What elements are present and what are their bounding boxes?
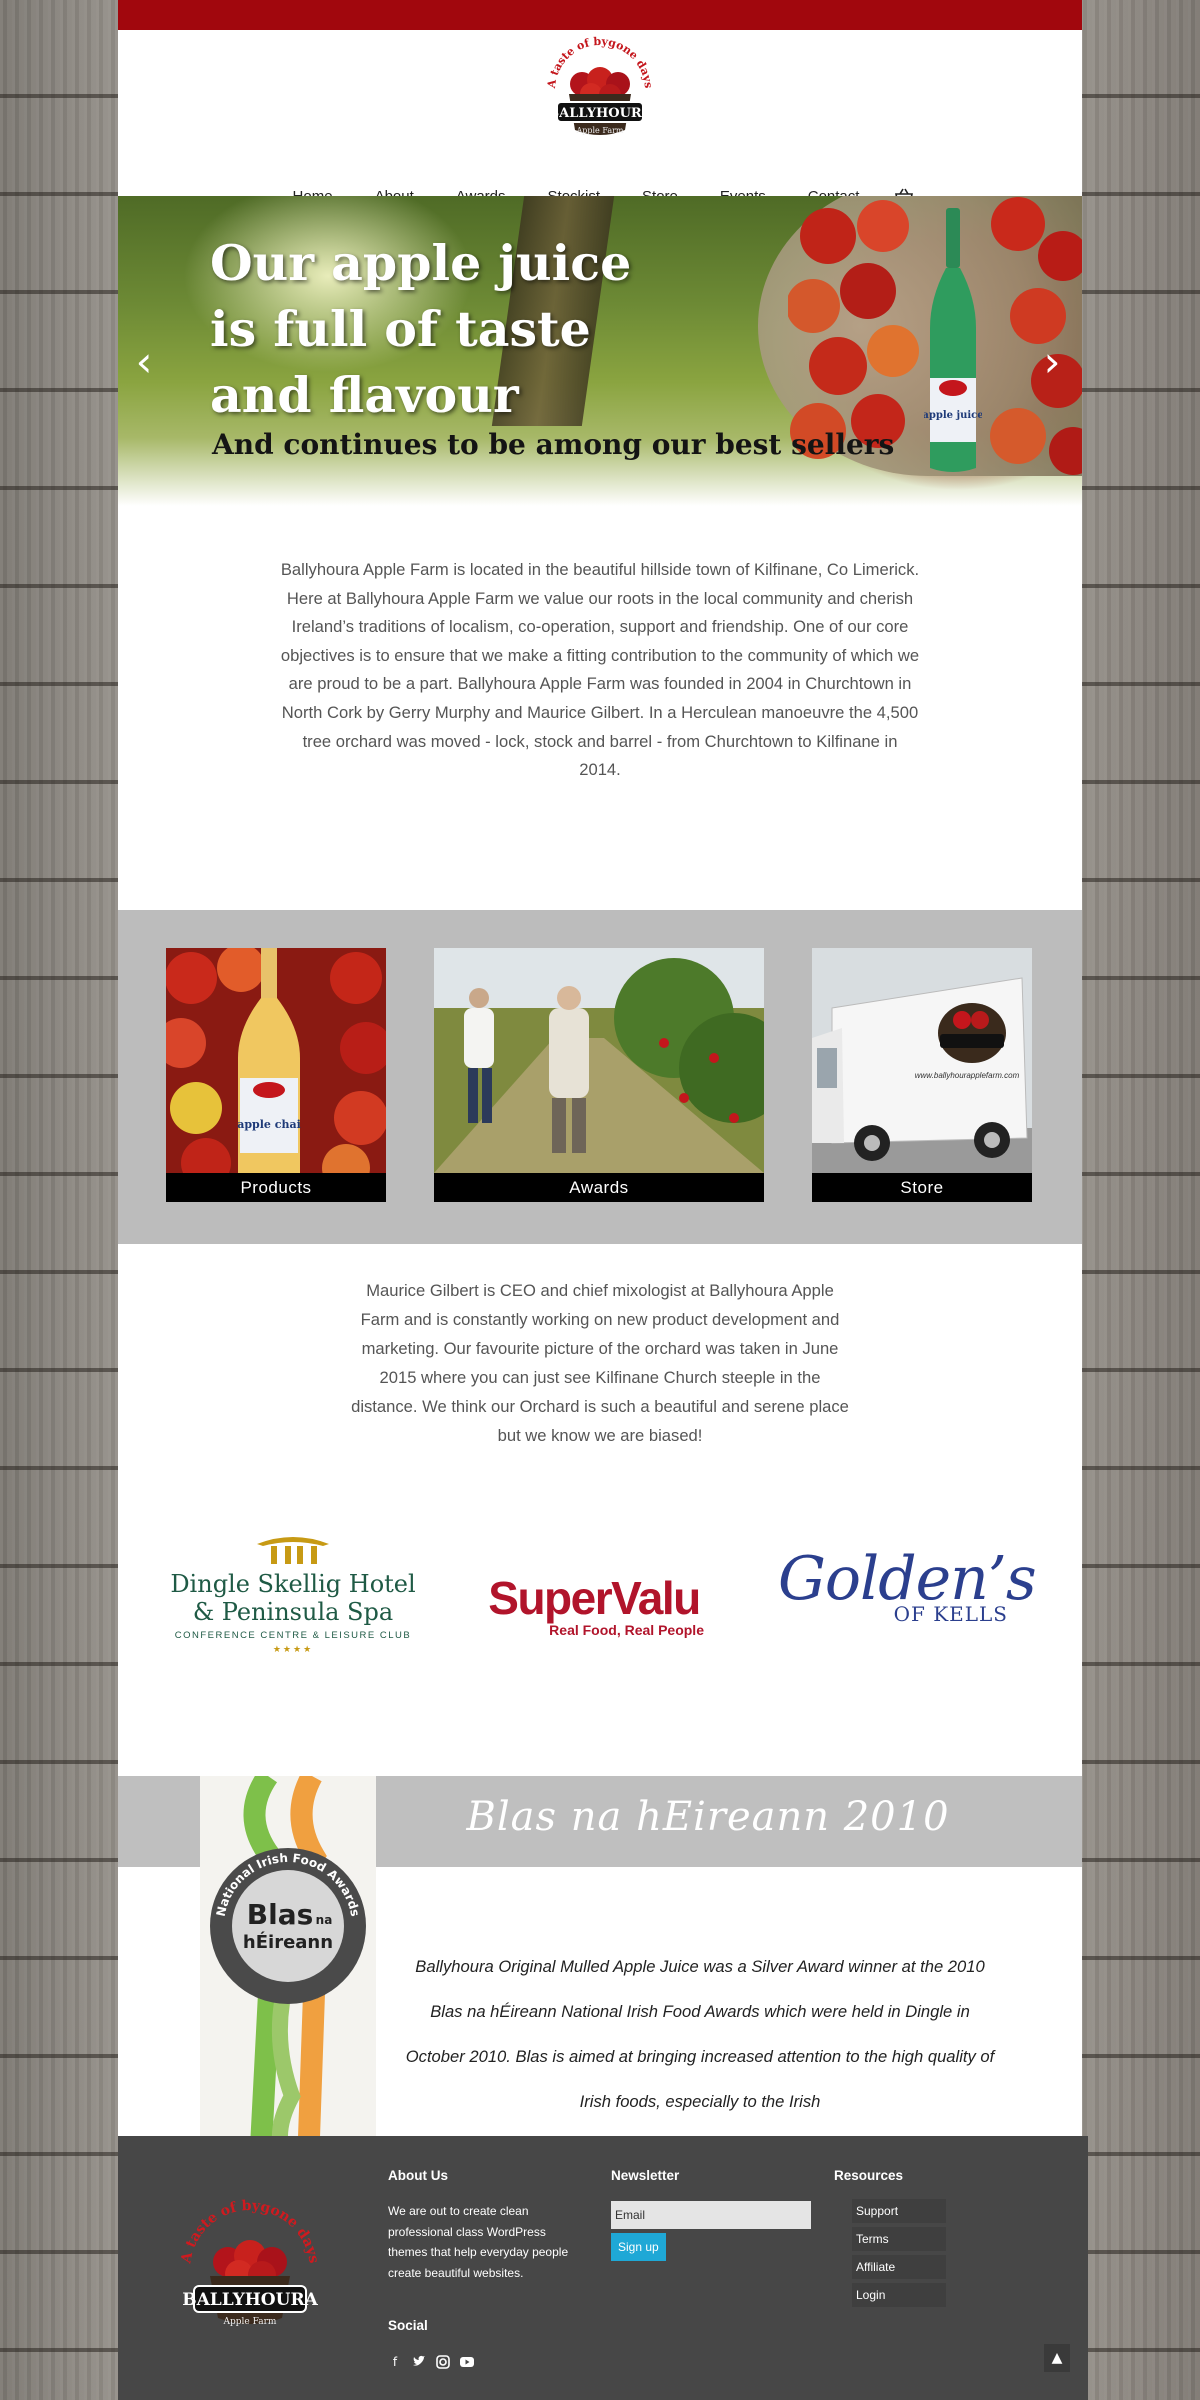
- footer-logo[interactable]: A taste of bygone days BALLYHOURA Apple …: [170, 2190, 330, 2330]
- resource-link-login[interactable]: Login: [852, 2283, 946, 2307]
- about-paragraph: Maurice Gilbert is CEO and chief mixolog…: [351, 1281, 849, 1445]
- hero-title-line-2: is full of taste: [210, 300, 591, 358]
- arrow-up-icon[interactable]: ▲: [1044, 2344, 1070, 2372]
- footer-about: About Us We are out to create clean prof…: [388, 2168, 588, 2283]
- hero-slider: apple juice Our apple juice is full of t…: [118, 196, 1082, 506]
- footer-about-heading: About Us: [388, 2168, 448, 2183]
- stockist-logos: Dingle Skellig Hotel & Peninsula Spa CON…: [118, 1504, 1082, 1776]
- tile-awards[interactable]: Awards: [434, 948, 764, 1202]
- svg-text:hÉireann: hÉireann: [243, 1931, 333, 1953]
- dingle-emblem-icon: [257, 1537, 329, 1564]
- svg-text:BALLYHOURA: BALLYHOURA: [548, 106, 653, 121]
- store-van-image: www.ballyhourapplefarm.com: [812, 948, 1032, 1173]
- svg-text:www.ballyhourapplefarm.com: www.ballyhourapplefarm.com: [915, 1071, 1020, 1080]
- dingle-skellig-logo[interactable]: Dingle Skellig Hotel & Peninsula Spa CON…: [168, 1534, 418, 1655]
- tile-products-caption: Products: [240, 1178, 312, 1197]
- footer-social: Social f: [388, 2318, 474, 2369]
- supervalu-logo[interactable]: SuperValu Real Food, Real People: [474, 1574, 714, 1638]
- blas-title: Blas na hEireann 2010: [466, 1794, 950, 1840]
- footer-about-text: We are out to create clean professional …: [388, 2204, 569, 2280]
- hero-bottle-image: apple juice: [924, 208, 982, 472]
- facebook-icon[interactable]: f: [388, 2355, 402, 2369]
- footer-resources: Resources Support Terms Affiliate Login: [834, 2168, 964, 2311]
- footer-newsletter: Newsletter Email Sign up: [611, 2168, 811, 2261]
- hero-title-line-1: Our apple juice: [210, 234, 632, 292]
- twitter-icon[interactable]: [412, 2355, 426, 2369]
- newsletter-email-input[interactable]: Email: [611, 2201, 811, 2229]
- instagram-icon[interactable]: [436, 2355, 450, 2369]
- hero-title-line-3: and flavour: [210, 366, 519, 424]
- chevron-right-icon[interactable]: ›: [1038, 341, 1066, 383]
- resource-link-terms[interactable]: Terms: [852, 2227, 946, 2251]
- dingle-name-line-1: Dingle Skellig Hotel: [170, 1570, 416, 1598]
- awards-orchard-image: [434, 948, 764, 1173]
- newsletter-signup-button[interactable]: Sign up: [611, 2233, 666, 2261]
- supervalu-tagline: Real Food, Real People: [549, 1622, 704, 1638]
- footer-newsletter-heading: Newsletter: [611, 2168, 680, 2183]
- site-header: A taste of bygone days BALLYHOURA Apple …: [118, 30, 1082, 205]
- footer-social-heading: Social: [388, 2318, 428, 2333]
- dingle-tagline: CONFERENCE CENTRE & LEISURE CLUB: [174, 1630, 412, 1641]
- tile-products[interactable]: apple chai Products: [166, 948, 386, 1202]
- svg-text:apple chai: apple chai: [237, 1118, 301, 1131]
- hero-subtitle: And continues to be among our best selle…: [212, 428, 895, 461]
- hero-title: Our apple juice is full of taste and fla…: [210, 230, 680, 428]
- dingle-stars: ★★★★: [272, 1645, 314, 1655]
- svg-text:na: na: [316, 1913, 333, 1927]
- top-red-bar: [118, 0, 1082, 30]
- page-container: A taste of bygone days BALLYHOURA Apple …: [118, 0, 1082, 2400]
- tile-store-caption: Store: [900, 1178, 944, 1197]
- resource-link-support[interactable]: Support: [852, 2199, 946, 2223]
- site-footer: A taste of bygone days BALLYHOURA Apple …: [118, 2136, 1088, 2400]
- site-logo[interactable]: A taste of bygone days BALLYHOURA Apple …: [533, 32, 667, 148]
- svg-text:apple juice: apple juice: [924, 410, 982, 421]
- supervalu-name: SuperValu: [488, 1572, 701, 1624]
- youtube-icon[interactable]: [460, 2355, 474, 2369]
- svg-text:Apple Farm: Apple Farm: [575, 126, 623, 135]
- tile-awards-caption: Awards: [569, 1178, 629, 1197]
- chevron-left-icon[interactable]: ‹: [130, 341, 158, 383]
- blas-award-badge: National Irish Food Awards Blas na hÉire…: [200, 1776, 376, 2166]
- svg-text:Blas: Blas: [247, 1898, 314, 1931]
- feature-tiles: apple chai Products Awards www.ballyhour…: [118, 910, 1082, 1244]
- resource-link-affiliate[interactable]: Affiliate: [852, 2255, 946, 2279]
- products-image: apple chai: [166, 948, 386, 1173]
- svg-text:Apple Farm: Apple Farm: [223, 2317, 277, 2327]
- footer-resources-heading: Resources: [834, 2168, 904, 2183]
- dingle-name-line-2: & Peninsula Spa: [192, 1598, 394, 1626]
- blas-paragraph: Ballyhoura Original Mulled Apple Juice w…: [405, 1957, 995, 2111]
- tile-store[interactable]: www.ballyhourapplefarm.com Store: [812, 948, 1032, 1202]
- intro-paragraph: Ballyhoura Apple Farm is located in the …: [280, 560, 920, 780]
- svg-text:BALLYHOURA: BALLYHOURA: [182, 2290, 318, 2310]
- goldens-of-kells-logo[interactable]: Golden’s OF KELLS: [778, 1544, 1037, 1626]
